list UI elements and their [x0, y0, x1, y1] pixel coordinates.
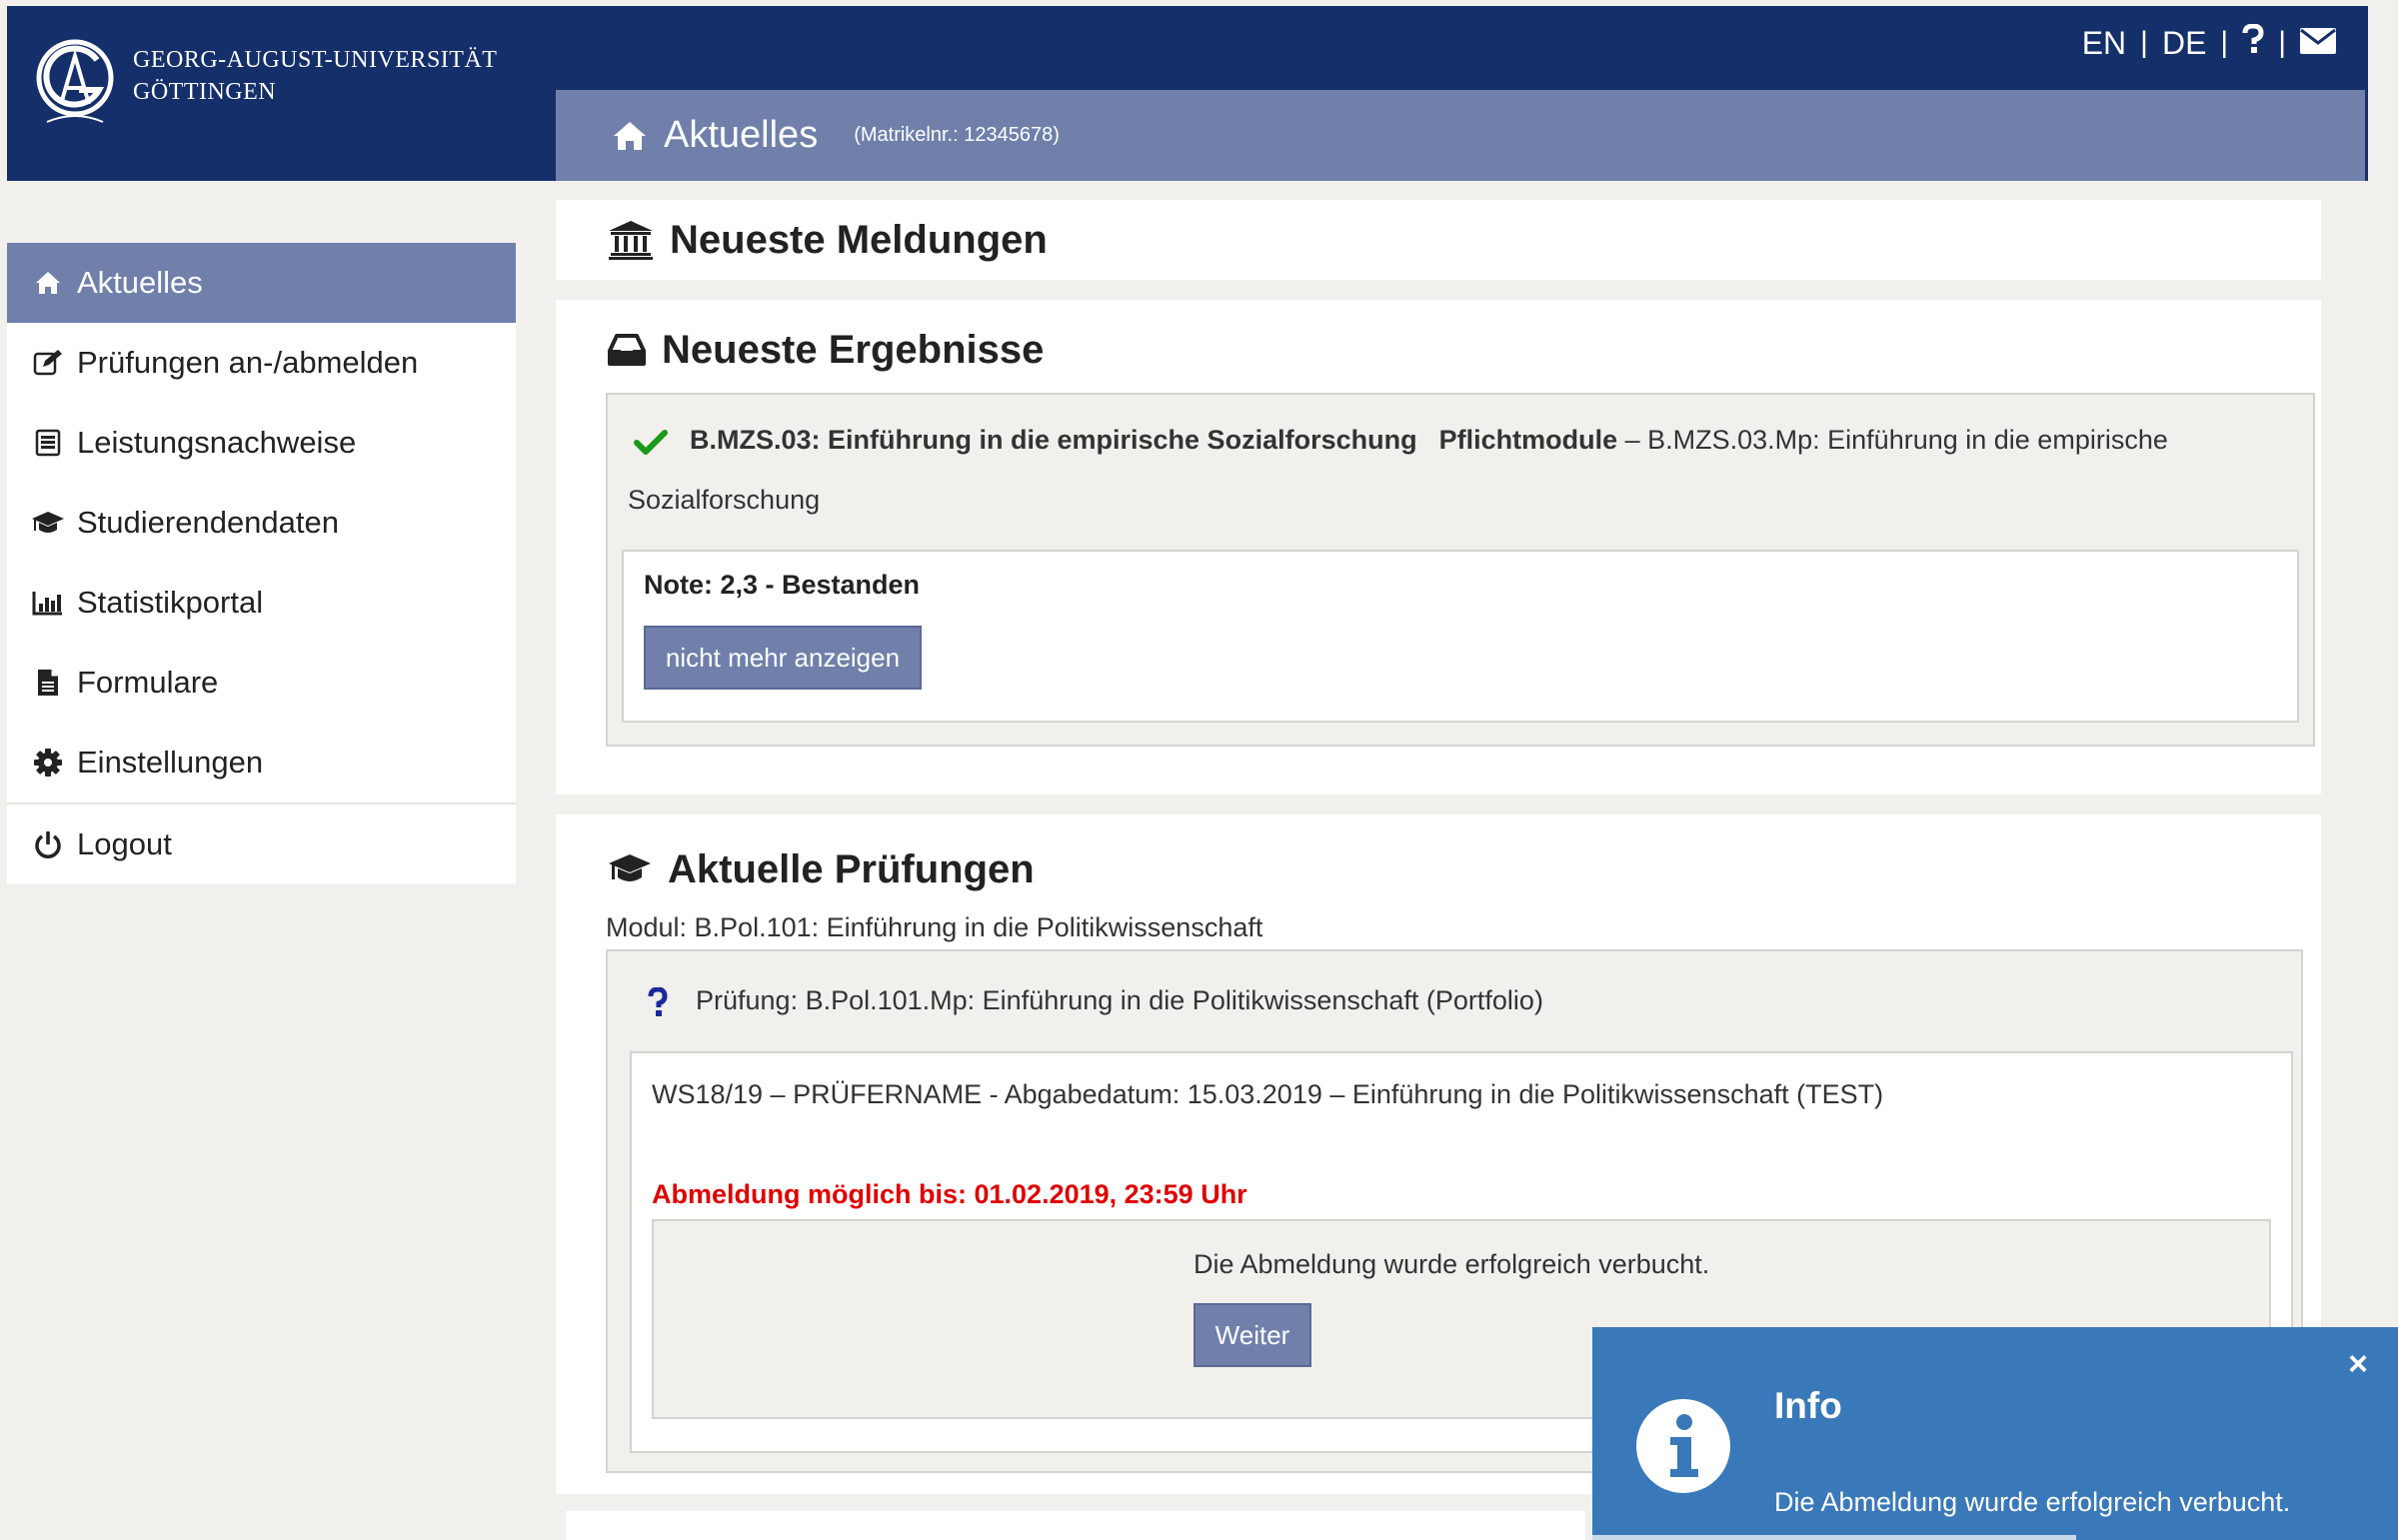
ergebnisse-panel: Neueste Ergebnisse B.MZS.03: Einführung … — [556, 300, 2321, 794]
help-link[interactable] — [2242, 23, 2264, 62]
inbox-icon — [608, 334, 646, 366]
sidebar-item-studierendendaten[interactable]: Studierendendaten — [7, 483, 516, 563]
edit-icon — [33, 350, 62, 376]
meldungen-title: Neueste Meldungen — [670, 217, 1048, 262]
next-button[interactable]: Weiter — [1194, 1303, 1311, 1367]
sidebar-item-pruefungen[interactable]: Prüfungen an-/abmelden — [7, 323, 516, 403]
meldungen-heading: Neueste Meldungen — [608, 200, 1048, 280]
hide-result-button[interactable]: nicht mehr anzeigen — [644, 626, 922, 690]
sidebar-item-einstellungen[interactable]: Einstellungen — [7, 723, 516, 802]
graduation-cap-icon — [609, 854, 651, 881]
question-icon — [648, 987, 668, 1016]
next-panel-edge — [566, 1511, 1585, 1540]
sidebar-item-formulare[interactable]: Formulare — [7, 643, 516, 723]
sidebar: Aktuelles Prüfungen an-/abmelden Leistun… — [7, 243, 516, 884]
result-card: B.MZS.03: Einführung in die empirische S… — [606, 393, 2315, 747]
lang-en-link[interactable]: EN — [2082, 25, 2126, 62]
sidebar-item-aktuelles[interactable]: Aktuelles — [7, 243, 516, 323]
notification-message: Die Abmeldung wurde erfolgreich verbucht… — [1774, 1487, 2291, 1517]
sidebar-item-label: Einstellungen — [77, 745, 264, 779]
sidebar-item-label: Statistikportal — [77, 585, 264, 620]
meldungen-panel: Neueste Meldungen — [556, 200, 2321, 280]
sidebar-item-label: Formulare — [77, 665, 219, 700]
result-grade-box: Note: 2,3 - Bestanden nicht mehr anzeige… — [622, 550, 2299, 723]
result-detail: – B.MZS.03.Mp: Einführung in die empiris… — [1617, 425, 2168, 455]
university-seal-icon — [36, 39, 114, 123]
home-icon — [614, 121, 646, 150]
file-icon — [38, 670, 58, 696]
bank-icon — [609, 221, 653, 260]
gear-icon — [34, 749, 62, 776]
notification-title: Info — [1774, 1385, 1842, 1426]
confirmation-message: Die Abmeldung wurde erfolgreich verbucht… — [1194, 1249, 1710, 1279]
sidebar-item-label: Prüfungen an-/abmelden — [77, 345, 419, 380]
exam-name: Prüfung: B.Pol.101.Mp: Einführung in die… — [696, 985, 1543, 1015]
sidebar-item-leistungsnachweise[interactable]: Leistungsnachweise — [7, 403, 516, 483]
sidebar-item-label: Leistungsnachweise — [77, 425, 357, 460]
bar-chart-icon — [32, 592, 62, 616]
ergebnisse-title: Neueste Ergebnisse — [662, 327, 1045, 372]
matrikel-number: (Matrikelnr.: 12345678) — [854, 124, 1060, 146]
mail-link[interactable] — [2300, 25, 2336, 62]
notification-progress-bar — [1592, 1535, 2076, 1540]
power-icon — [35, 831, 61, 858]
pruefungen-title: Aktuelle Prüfungen — [668, 846, 1035, 891]
envelope-icon — [2300, 27, 2336, 54]
result-module-code: B.MZS.03: Einführung in die empirische S… — [690, 425, 1417, 455]
lang-de-link[interactable]: DE — [2162, 25, 2206, 62]
ergebnisse-heading: Neueste Ergebnisse — [608, 320, 1044, 380]
close-notification-button[interactable]: × — [2348, 1345, 2368, 1384]
sidebar-item-label: Logout — [77, 826, 172, 861]
module-name: Modul: B.Pol.101: Einführung in die Poli… — [606, 912, 1263, 942]
checkmark-icon — [634, 430, 668, 455]
page-title-bar: Aktuelles (Matrikelnr.: 12345678) — [556, 90, 2365, 181]
graduation-cap-icon — [32, 512, 64, 533]
separator: | — [2140, 26, 2148, 59]
page-title: Aktuelles — [664, 114, 819, 156]
home-icon — [36, 272, 60, 294]
sidebar-item-label: Studierendendaten — [77, 505, 340, 540]
result-detail-line2: Sozialforschung — [628, 485, 821, 515]
result-category: Pflichtmodule — [1438, 425, 1618, 455]
separator: | — [2220, 26, 2229, 59]
sidebar-item-label: Aktuelles — [77, 265, 203, 300]
university-name: GEORG-AUGUST-UNIVERSITÄT GÖTTINGEN — [133, 44, 497, 108]
info-notification: × Info Die Abmeldung wurde erfolgreich v… — [1592, 1327, 2398, 1540]
university-logo[interactable]: GEORG-AUGUST-UNIVERSITÄT GÖTTINGEN — [27, 34, 497, 130]
sidebar-item-statistikportal[interactable]: Statistikportal — [7, 563, 516, 643]
pruefungen-heading: Aktuelle Prüfungen — [608, 834, 1035, 904]
top-links: EN | DE | | — [2082, 23, 2336, 62]
list-icon — [35, 429, 61, 457]
result-title-line: B.MZS.03: Einführung in die empirische S… — [690, 425, 2168, 456]
question-icon — [2242, 23, 2264, 53]
separator: | — [2278, 26, 2286, 59]
sidebar-item-logout[interactable]: Logout — [7, 804, 516, 884]
deregistration-deadline: Abmeldung möglich bis: 01.02.2019, 23:59… — [652, 1179, 1247, 1209]
university-name-line2: GÖTTINGEN — [133, 79, 277, 105]
exam-details: WS18/19 – PRÜFERNAME - Abgabedatum: 15.0… — [652, 1079, 1884, 1109]
info-icon — [1636, 1399, 1730, 1493]
university-name-line1: GEORG-AUGUST-UNIVERSITÄT — [133, 47, 498, 73]
result-grade: Note: 2,3 - Bestanden — [644, 570, 921, 600]
